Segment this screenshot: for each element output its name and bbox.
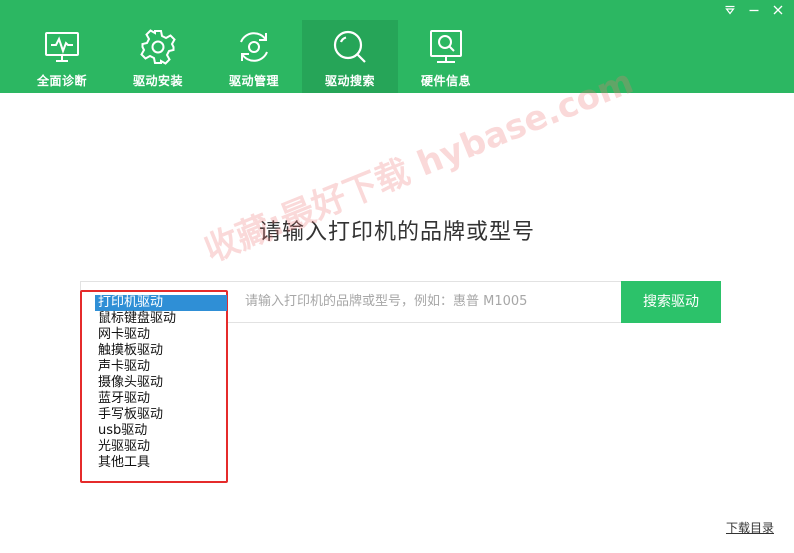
category-dropdown-list[interactable]: 打印机驱动 鼠标键盘驱动 网卡驱动 触摸板驱动 声卡驱动 摄像头驱动 蓝牙驱动 … xyxy=(80,290,228,483)
menu-dropdown-button[interactable] xyxy=(720,2,740,18)
tab-driver-search[interactable]: 驱动搜索 xyxy=(302,20,398,93)
category-option-other-tools[interactable]: 其他工具 xyxy=(95,455,227,471)
hardware-search-icon xyxy=(427,28,465,66)
search-driver-button[interactable]: 搜索驱动 xyxy=(621,281,721,323)
category-option-tablet[interactable]: 手写板驱动 xyxy=(95,407,227,423)
tab-driver-install[interactable]: 驱动安装 xyxy=(110,20,206,93)
category-option-optical-drive[interactable]: 光驱驱动 xyxy=(95,439,227,455)
tab-driver-manage[interactable]: 驱动管理 xyxy=(206,20,302,93)
category-option-sound-card[interactable]: 声卡驱动 xyxy=(95,359,227,375)
minimize-button[interactable] xyxy=(744,2,764,18)
monitor-pulse-icon xyxy=(43,28,81,66)
category-option-network-card[interactable]: 网卡驱动 xyxy=(95,327,227,343)
tab-label: 驱动安装 xyxy=(132,74,183,88)
category-option-printer[interactable]: 打印机驱动 xyxy=(95,295,227,311)
category-option-camera[interactable]: 摄像头驱动 xyxy=(95,375,227,391)
watermark-text: 收藏:最好下载 hybase.com xyxy=(198,61,639,271)
tab-label: 驱动搜索 xyxy=(324,74,375,88)
tab-hardware-info[interactable]: 硬件信息 xyxy=(398,20,494,93)
main-nav: 全面诊断 驱动安装 驱动管理 驱动搜索 硬件信息 xyxy=(14,20,494,93)
minimize-icon xyxy=(748,4,760,16)
download-directory-link[interactable]: 下载目录 xyxy=(726,519,774,536)
close-button[interactable] xyxy=(768,2,788,18)
gear-icon xyxy=(139,28,177,66)
header-bar: 全面诊断 驱动安装 驱动管理 驱动搜索 硬件信息 xyxy=(0,0,794,93)
search-placeholder: 请输入打印机的品牌或型号，例如：惠普 M1005 xyxy=(245,294,528,309)
page-title: 请输入打印机的品牌或型号 xyxy=(258,220,535,245)
tab-full-diagnosis[interactable]: 全面诊断 xyxy=(14,20,110,93)
category-option-mouse-keyboard[interactable]: 鼠标键盘驱动 xyxy=(95,311,227,327)
search-icon xyxy=(331,28,369,66)
tab-label: 驱动管理 xyxy=(228,74,279,88)
menu-dropdown-icon xyxy=(724,4,736,16)
refresh-gear-icon xyxy=(235,28,273,66)
category-option-usb[interactable]: usb驱动 xyxy=(95,423,227,439)
window-controls xyxy=(720,2,788,18)
close-icon xyxy=(772,4,784,16)
app-window: 全面诊断 驱动安装 驱动管理 驱动搜索 硬件信息 请输入打印机的品牌或型号 收藏… xyxy=(0,0,794,553)
category-options: 打印机驱动 鼠标键盘驱动 网卡驱动 触摸板驱动 声卡驱动 摄像头驱动 蓝牙驱动 … xyxy=(95,295,227,471)
tab-label: 硬件信息 xyxy=(420,74,471,88)
category-option-touchpad[interactable]: 触摸板驱动 xyxy=(95,343,227,359)
tab-label: 全面诊断 xyxy=(36,74,87,88)
category-option-bluetooth[interactable]: 蓝牙驱动 xyxy=(95,391,227,407)
